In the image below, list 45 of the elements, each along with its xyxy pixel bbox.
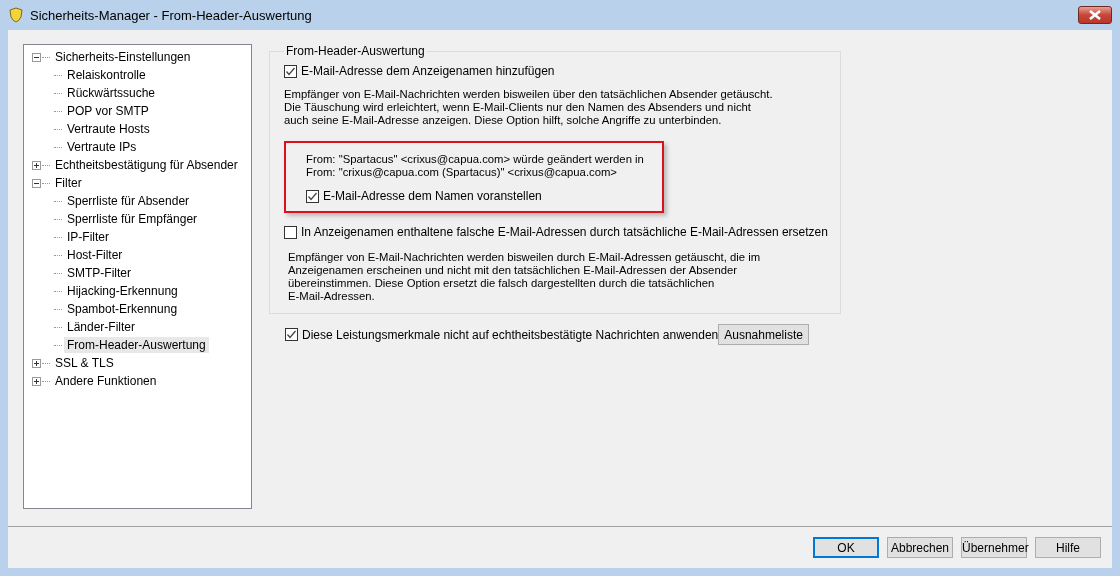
tree-item[interactable]: SSL & TLS xyxy=(52,355,117,371)
expander-icon[interactable] xyxy=(32,358,41,368)
checkbox[interactable] xyxy=(285,328,298,341)
dialog-button[interactable]: Übernehmer xyxy=(961,537,1027,558)
checkbox[interactable] xyxy=(284,225,297,239)
checkbox[interactable] xyxy=(306,189,319,203)
description-text: Empfänger von E-Mail-Nachrichten werden bisweilen über den tatsächlichen Absender getäuscht. Die Täuschung wird erleichtert, wenn E-Mail-Clients nur den Namen des Absenders und nicht auch seine E-Mail-Adresse anzeigen. Diese Option hilft, solche Angriffe zu unterbinden. xyxy=(284,88,774,127)
tree-item[interactable]: Sperrliste für Absender xyxy=(64,193,193,209)
window-title: Sicherheits-Manager - From-Header-Auswertung xyxy=(30,7,313,23)
checkbox-option[interactable]: E-Mail-Adresse dem Anzeigenamen hinzufügen xyxy=(284,64,828,78)
tree-item[interactable]: Hijacking-Erkennung xyxy=(64,283,181,299)
checkbox-option[interactable]: Diese Leistungsmerkmale nicht auf echtheitsbestätigte Nachrichten anwenden xyxy=(285,327,719,342)
expander-icon[interactable] xyxy=(32,160,41,170)
example-text: From: "Spartacus" <crixus@capua.com> würde geändert werden in From: "crixus@capua.com (Spartacus)" <crixus@capua.com> xyxy=(306,153,645,179)
tree-item[interactable]: Filter xyxy=(52,175,85,191)
description-text: Empfänger von E-Mail-Nachrichten werden bisweilen durch E-Mail-Adressen getäuscht, die im Anzeigenamen erscheinen und nicht mit den tatsächlichen E-Mail-Adressen der Absender übereinstimmen. Diese Option ersetzt die falsch dargestellten durch die tatsächlichen E-Mail-Adressen. xyxy=(288,251,762,303)
expander-icon[interactable] xyxy=(32,52,41,62)
expander-icon[interactable] xyxy=(32,376,41,386)
tree-item[interactable]: IP-Filter xyxy=(64,229,112,245)
tree-item[interactable]: Rückwärtssuche xyxy=(64,85,159,101)
tree-item[interactable]: Sicherheits-Einstellungen xyxy=(52,49,194,65)
tree-item[interactable]: Sperrliste für Empfänger xyxy=(64,211,201,227)
tree-item[interactable]: POP vor SMTP xyxy=(64,103,152,119)
tree-item[interactable]: Länder-Filter xyxy=(64,319,139,335)
checkbox[interactable] xyxy=(284,64,297,78)
close-icon xyxy=(1088,10,1102,20)
tree-item[interactable]: Echtheitsbestätigung für Absender xyxy=(52,157,241,173)
dialog-button[interactable]: Abbrechen xyxy=(887,537,953,558)
tree-item[interactable]: Host-Filter xyxy=(64,247,126,263)
shield-icon xyxy=(8,7,24,23)
checkbox-option[interactable]: In Anzeigenamen enthaltene falsche E-Mail-Adressen durch tatsächliche E-Mail-Adressen ersetzen xyxy=(284,225,828,239)
group-title: From-Header-Auswertung xyxy=(285,44,426,58)
tree-item[interactable]: Vertraute IPs xyxy=(64,139,140,155)
tree-item[interactable]: SMTP-Filter xyxy=(64,265,134,281)
tree-item[interactable]: Andere Funktionen xyxy=(52,373,160,389)
tree-item[interactable]: Relaiskontrolle xyxy=(64,67,149,83)
checkbox-option[interactable]: E-Mail-Adresse dem Namen voranstellen xyxy=(306,189,662,203)
close-button[interactable] xyxy=(1078,6,1112,24)
expander-icon[interactable] xyxy=(32,178,41,188)
tree-item[interactable]: Spambot-Erkennung xyxy=(64,301,181,317)
exceptions-button[interactable]: Ausnahmeliste xyxy=(718,324,809,345)
tree-item[interactable]: From-Header-Auswertung xyxy=(64,337,209,353)
tree-item[interactable]: Vertraute Hosts xyxy=(64,121,153,137)
dialog-button[interactable]: Hilfe xyxy=(1035,537,1101,558)
dialog-button[interactable]: OK xyxy=(813,537,879,558)
